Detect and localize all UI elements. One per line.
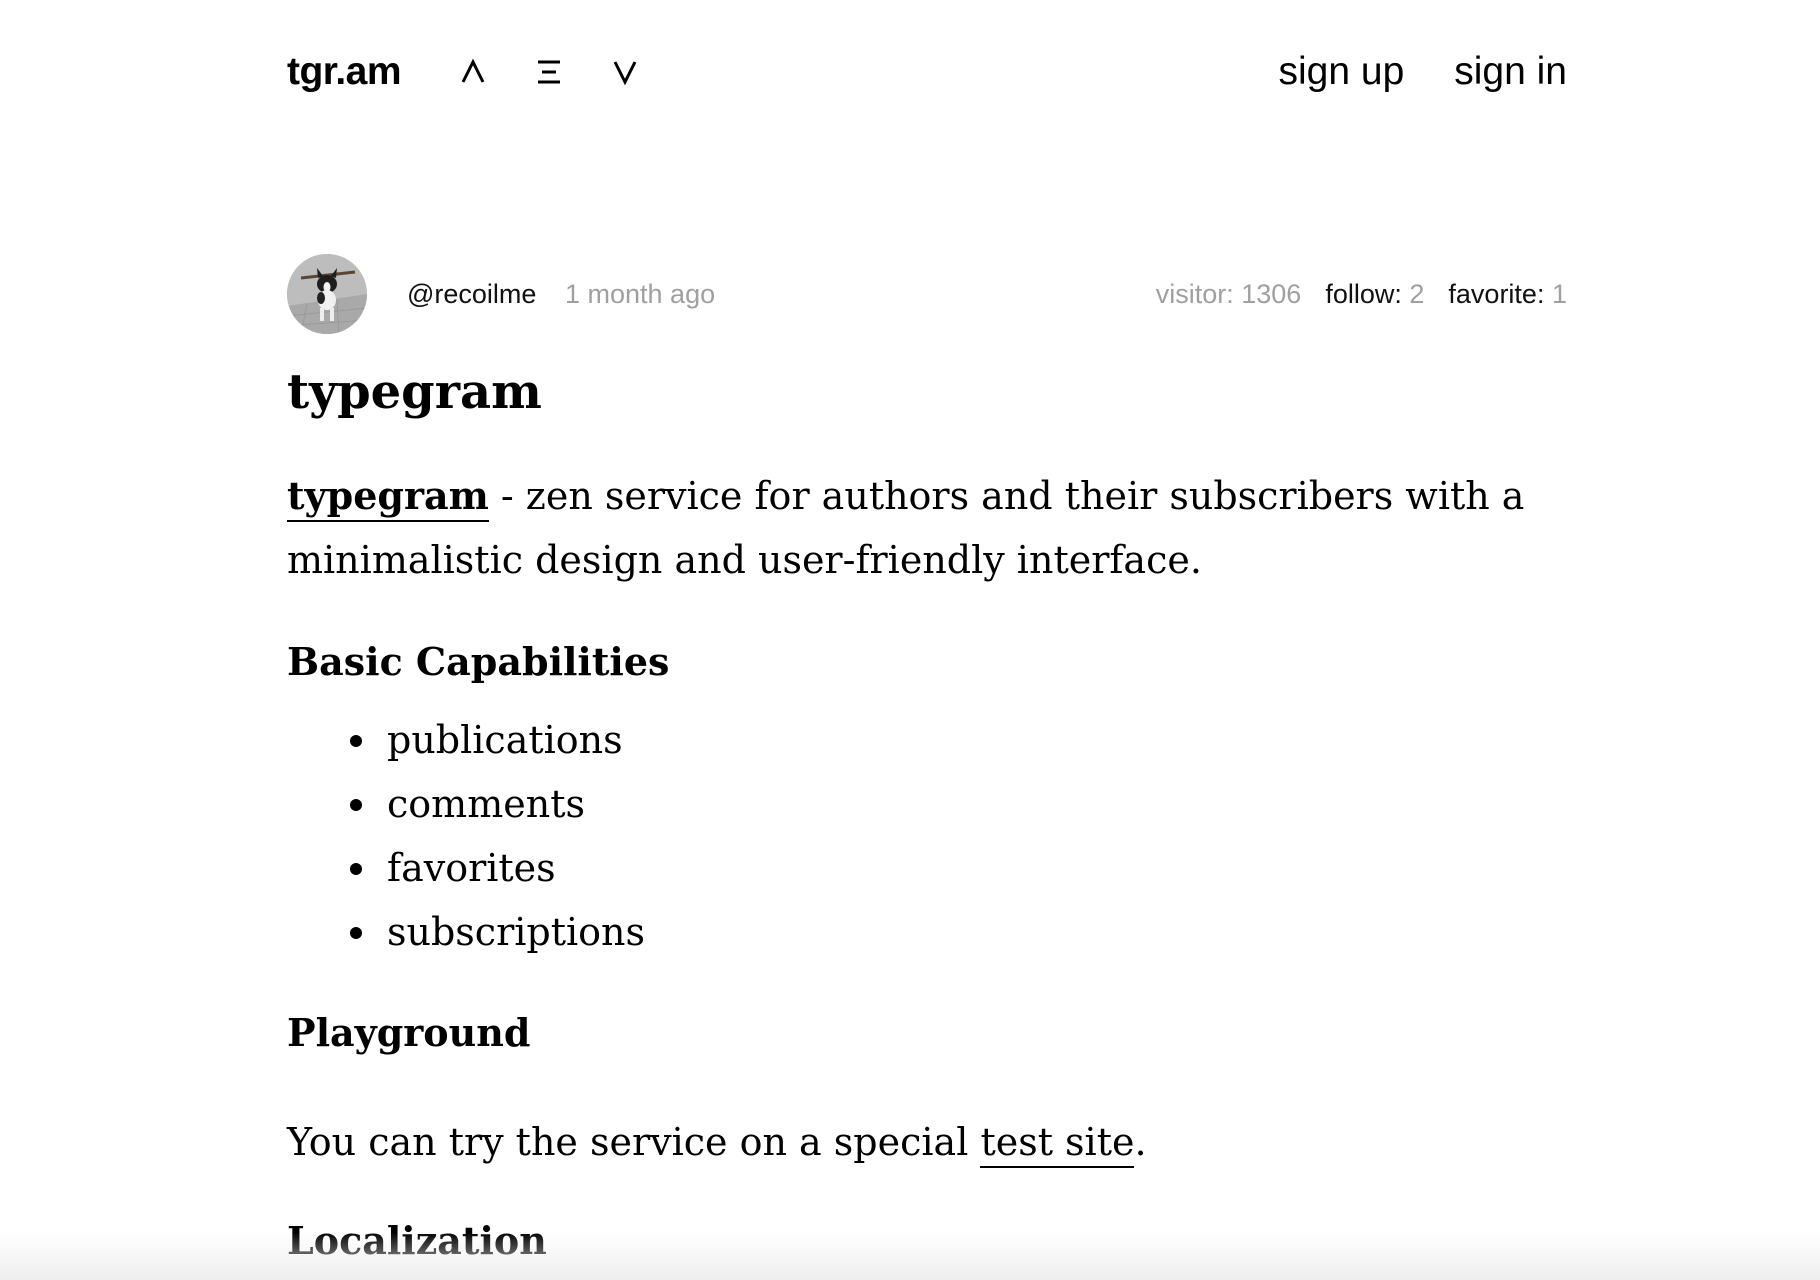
- playground-text: You can try the service on a special: [287, 1120, 981, 1164]
- menu-icon-svg: [538, 60, 560, 84]
- article-intro: typegram - zen service for authors and t…: [287, 464, 1567, 592]
- basic-capabilities-heading: Basic Capabilities: [287, 639, 670, 684]
- capabilities-list: publications comments favorites subscrip…: [287, 708, 645, 964]
- bullet-icon: [350, 927, 362, 939]
- list-item-text: comments: [387, 782, 585, 826]
- test-site-link[interactable]: test site: [980, 1120, 1135, 1168]
- list-item-text: favorites: [387, 846, 556, 890]
- site-header: tgr.am sign up sign in: [287, 46, 1567, 98]
- caret-down-icon[interactable]: [605, 46, 645, 98]
- list-item-text: subscriptions: [387, 910, 646, 954]
- favorite-stat[interactable]: favorite: 1: [1448, 278, 1567, 310]
- list-item: publications: [287, 708, 645, 772]
- avatar-image: [287, 254, 367, 334]
- caret-up-icon-svg: [461, 58, 485, 83]
- sign-in-link[interactable]: sign in: [1454, 46, 1567, 98]
- page: tgr.am sign up sign in @recoilme 1 month…: [0, 0, 1820, 1280]
- favorite-label: favorite:: [1448, 279, 1545, 309]
- follow-value: 2: [1409, 279, 1425, 309]
- bullet-icon: [350, 799, 362, 811]
- caret-down-icon-svg: [613, 61, 637, 86]
- post-time: 1 month ago: [565, 279, 716, 309]
- follow-stat[interactable]: follow: 2: [1325, 278, 1424, 310]
- follow-label: follow:: [1325, 279, 1402, 309]
- list-item: favorites: [287, 836, 645, 900]
- sign-up-link[interactable]: sign up: [1279, 46, 1405, 98]
- visitor-label: visitor:: [1155, 279, 1234, 309]
- list-item: subscriptions: [287, 900, 645, 964]
- visitor-stat: visitor: 1306: [1156, 278, 1302, 310]
- bullet-icon: [350, 735, 362, 747]
- bullet-icon: [350, 863, 362, 875]
- menu-icon[interactable]: [529, 46, 569, 98]
- visitor-value: 1306: [1241, 279, 1302, 309]
- auth-nav: sign up sign in: [1279, 46, 1568, 98]
- typegram-link[interactable]: typegram: [287, 473, 489, 522]
- list-item: comments: [287, 772, 645, 836]
- site-logo[interactable]: tgr.am: [287, 46, 402, 98]
- favorite-value: 1: [1551, 279, 1567, 309]
- post-meta: @recoilme 1 month ago visitor: 1306 foll…: [287, 254, 1567, 334]
- bottom-fade: [0, 1232, 1820, 1280]
- list-item-text: publications: [387, 718, 623, 762]
- article-title: typegram: [287, 364, 542, 420]
- caret-up-icon[interactable]: [453, 46, 493, 98]
- post-stats: visitor: 1306 follow: 2 favorite: 1: [1156, 278, 1567, 310]
- author-link[interactable]: @recoilme: [407, 278, 536, 310]
- playground-end: .: [1134, 1120, 1147, 1164]
- playground-paragraph: You can try the service on a special tes…: [287, 1110, 1147, 1174]
- playground-heading: Playground: [287, 1010, 531, 1055]
- avatar[interactable]: [287, 254, 367, 334]
